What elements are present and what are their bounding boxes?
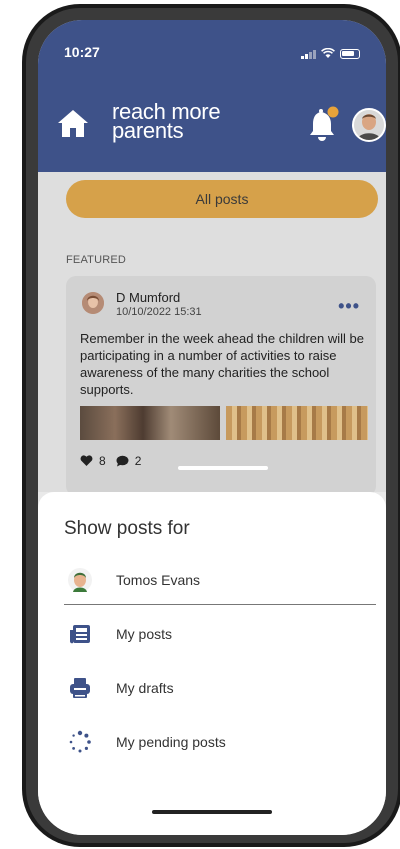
signal-icon: [301, 49, 316, 59]
phone-frame: 10:27 reach more parents All posts FEATU…: [22, 4, 400, 847]
all-posts-button[interactable]: All posts: [66, 180, 378, 218]
home-indicator[interactable]: [152, 810, 272, 814]
phone-bezel: 10:27 reach more parents All posts FEATU…: [26, 8, 398, 843]
my-posts-option[interactable]: My posts: [38, 612, 386, 656]
child-avatar: [68, 568, 92, 592]
sheet-drag-handle[interactable]: [178, 466, 268, 470]
option-label: My drafts: [116, 680, 174, 696]
option-label: My posts: [116, 626, 173, 642]
sheet-title: Show posts for: [64, 518, 190, 539]
show-posts-sheet: Show posts for Tomos Evans My posts My d…: [38, 492, 386, 835]
option-label: My pending posts: [116, 734, 226, 750]
child-filter-row[interactable]: Tomos Evans: [38, 558, 386, 602]
user-avatar[interactable]: [352, 108, 386, 142]
featured-post-card[interactable]: D Mumford 10/10/2022 15:31 ••• Remember …: [66, 276, 376, 496]
divider: [64, 604, 376, 605]
featured-label: FEATURED: [66, 254, 127, 266]
newspaper-icon: [69, 625, 90, 644]
app-header: 10:27 reach more parents: [38, 20, 386, 172]
spinner-icon: [69, 730, 91, 753]
post-photo-2[interactable]: [226, 406, 368, 440]
like-count: 8: [99, 454, 106, 468]
author-avatar: [82, 292, 104, 314]
app-logo: reach more parents: [112, 101, 221, 142]
printer-icon: [70, 678, 90, 698]
author-face-icon: [82, 292, 104, 314]
more-options-icon[interactable]: •••: [338, 296, 360, 317]
wifi-icon: [321, 48, 335, 58]
notification-bell-icon[interactable]: [306, 104, 340, 144]
screen: 10:27 reach more parents All posts FEATU…: [38, 20, 386, 835]
post-reactions: 8 2: [80, 454, 141, 468]
status-bar: 10:27: [38, 42, 386, 66]
comment-icon[interactable]: [116, 455, 129, 467]
feed-area: All posts FEATURED D Mumford 10/10/2022 …: [38, 172, 386, 496]
post-author: D Mumford: [116, 290, 181, 305]
status-time: 10:27: [64, 44, 100, 60]
post-text: Remember in the week ahead the children …: [80, 331, 364, 397]
comment-count: 2: [134, 454, 142, 468]
user-face-icon: [354, 110, 384, 140]
my-drafts-option[interactable]: My drafts: [38, 666, 386, 710]
child-name: Tomos Evans: [116, 572, 201, 588]
heart-icon[interactable]: [80, 455, 93, 467]
my-pending-posts-option[interactable]: My pending posts: [38, 720, 386, 764]
battery-icon: [340, 48, 360, 59]
post-photo-1[interactable]: [80, 406, 220, 440]
post-date: 10/10/2022 15:31: [116, 306, 202, 318]
home-icon[interactable]: [56, 106, 90, 140]
status-icons: [301, 48, 360, 59]
